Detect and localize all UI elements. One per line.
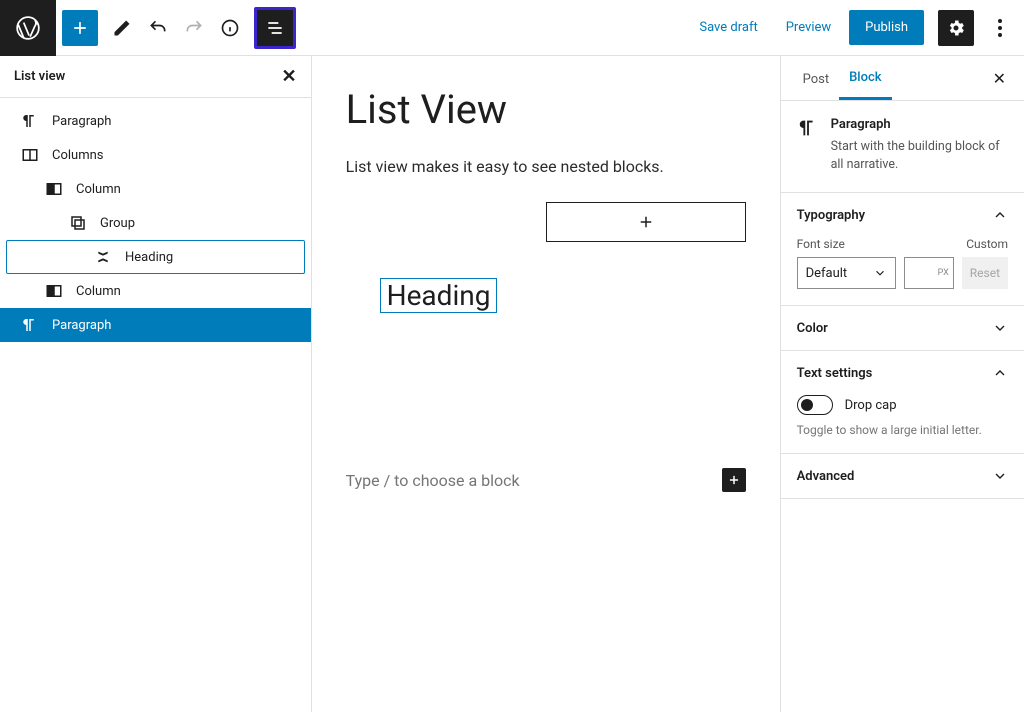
- column-icon: [44, 180, 64, 198]
- list-item-paragraph[interactable]: Paragraph: [0, 104, 311, 138]
- panel-title: Color: [797, 321, 828, 336]
- editor-canvas[interactable]: List View List view makes it easy to see…: [312, 56, 781, 712]
- font-size-select[interactable]: Default: [797, 257, 896, 289]
- default-appender[interactable]: Type / to choose a block: [346, 468, 746, 492]
- group-icon: [68, 214, 88, 232]
- panel-title: Advanced: [797, 469, 855, 484]
- font-size-controls: Default PX Reset: [797, 257, 1008, 289]
- custom-label: Custom: [966, 237, 1008, 251]
- list-view-title: List view: [14, 69, 65, 84]
- block-name: Paragraph: [831, 117, 1008, 132]
- block-description: Start with the building block of all nar…: [831, 138, 1008, 174]
- text-settings-panel-toggle[interactable]: Text settings: [781, 351, 1024, 395]
- font-size-labels: Font size Custom: [797, 237, 1008, 251]
- list-item-label: Group: [100, 216, 135, 231]
- tab-post[interactable]: Post: [793, 58, 840, 99]
- inline-add-block-button[interactable]: [722, 468, 746, 492]
- panel-title: Typography: [797, 208, 866, 223]
- list-item-label: Column: [76, 284, 121, 299]
- tab-block[interactable]: Block: [839, 56, 891, 100]
- chevron-down-icon: [992, 468, 1008, 484]
- chevron-up-icon: [992, 207, 1008, 223]
- close-sidebar-button[interactable]: ✕: [987, 63, 1012, 94]
- post-title[interactable]: List View: [346, 86, 746, 133]
- block-card-text: Paragraph Start with the building block …: [831, 117, 1008, 174]
- typography-panel-toggle[interactable]: Typography: [781, 193, 1024, 237]
- save-draft-button[interactable]: Save draft: [689, 14, 767, 41]
- drop-cap-label: Drop cap: [845, 398, 897, 413]
- color-panel-toggle[interactable]: Color: [781, 306, 1024, 350]
- list-view-toggle-button[interactable]: [254, 7, 296, 49]
- block-card: Paragraph Start with the building block …: [781, 101, 1024, 193]
- publish-button[interactable]: Publish: [849, 10, 924, 45]
- settings-sidebar: Post Block ✕ Paragraph Start with the bu…: [781, 56, 1024, 712]
- paragraph-icon: [20, 316, 40, 334]
- text-settings-panel: Text settings Drop cap Toggle to show a …: [781, 351, 1024, 454]
- chevron-down-icon: [992, 320, 1008, 336]
- drop-cap-hint: Toggle to show a large initial letter.: [797, 423, 1008, 437]
- list-item-label: Heading: [125, 250, 173, 265]
- options-menu-button[interactable]: [988, 19, 1012, 37]
- font-size-label: Font size: [797, 237, 845, 251]
- list-item-column[interactable]: Column: [0, 274, 311, 308]
- details-button[interactable]: [212, 10, 248, 46]
- sidebar-tabs: Post Block ✕: [781, 56, 1024, 101]
- wordpress-logo[interactable]: [0, 0, 56, 56]
- heading-block[interactable]: Heading: [380, 278, 498, 313]
- list-item-label: Paragraph: [52, 114, 111, 129]
- settings-button[interactable]: [938, 10, 974, 46]
- list-item-group[interactable]: Group: [0, 206, 311, 240]
- drop-cap-toggle[interactable]: [797, 395, 833, 415]
- heading-icon: [93, 249, 113, 265]
- preview-button[interactable]: Preview: [776, 14, 841, 41]
- paragraph-icon: [797, 117, 819, 174]
- advanced-panel: Advanced: [781, 454, 1024, 499]
- undo-button[interactable]: [140, 10, 176, 46]
- top-bar-left: [0, 0, 302, 55]
- block-appender[interactable]: [546, 202, 746, 242]
- top-bar-right: Save draft Preview Publish: [689, 10, 1024, 46]
- typography-panel: Typography Font size Custom Default PX R…: [781, 193, 1024, 306]
- font-size-reset-button[interactable]: Reset: [962, 257, 1008, 289]
- list-item-paragraph-selected[interactable]: Paragraph: [0, 308, 311, 342]
- font-size-value: Default: [806, 266, 848, 281]
- color-panel: Color: [781, 306, 1024, 351]
- chevron-down-icon: [873, 266, 887, 280]
- tools-button[interactable]: [104, 10, 140, 46]
- list-view-panel: List view ✕ Paragraph Columns Column Gro…: [0, 56, 312, 712]
- columns-icon: [20, 146, 40, 164]
- typography-panel-body: Font size Custom Default PX Reset: [781, 237, 1024, 305]
- font-size-custom-input[interactable]: PX: [904, 257, 954, 289]
- list-item-label: Column: [76, 182, 121, 197]
- panel-title: Text settings: [797, 366, 873, 381]
- list-view-items: Paragraph Columns Column Group Heading C…: [0, 98, 311, 348]
- add-block-button[interactable]: [62, 10, 98, 46]
- redo-button[interactable]: [176, 10, 212, 46]
- advanced-panel-toggle[interactable]: Advanced: [781, 454, 1024, 498]
- list-item-heading[interactable]: Heading: [6, 240, 305, 274]
- drop-cap-row: Drop cap: [797, 395, 1008, 415]
- chevron-up-icon: [992, 365, 1008, 381]
- list-item-label: Columns: [52, 148, 104, 163]
- list-view-header: List view ✕: [0, 56, 311, 98]
- paragraph-block[interactable]: List view makes it easy to see nested bl…: [346, 157, 746, 176]
- column-icon: [44, 282, 64, 300]
- text-settings-panel-body: Drop cap Toggle to show a large initial …: [781, 395, 1024, 453]
- appender-placeholder: Type / to choose a block: [346, 471, 520, 490]
- paragraph-icon: [20, 112, 40, 130]
- editor-body: List view ✕ Paragraph Columns Column Gro…: [0, 56, 1024, 712]
- editor-top-bar: Save draft Preview Publish: [0, 0, 1024, 56]
- close-list-view-button[interactable]: ✕: [282, 66, 297, 87]
- list-item-column[interactable]: Column: [0, 172, 311, 206]
- list-item-label: Paragraph: [52, 318, 111, 333]
- list-item-columns[interactable]: Columns: [0, 138, 311, 172]
